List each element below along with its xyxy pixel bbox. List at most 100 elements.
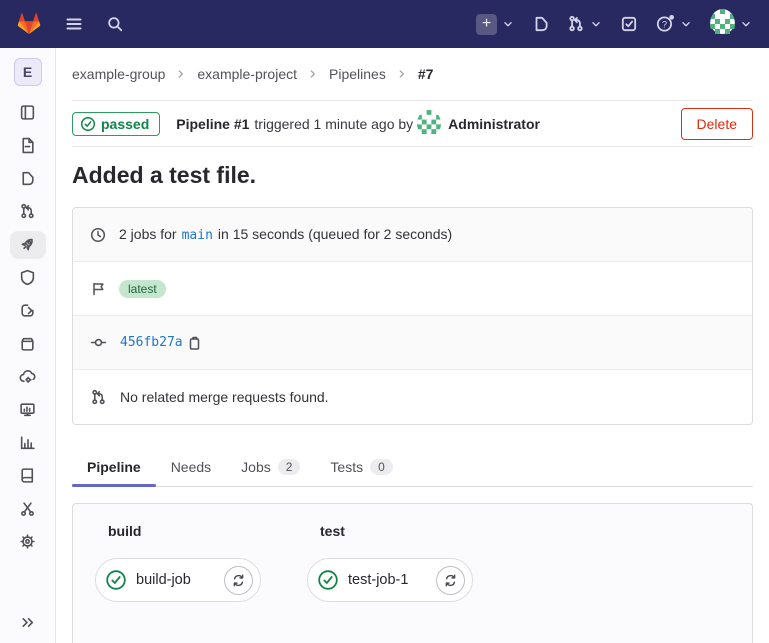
sidebar-item-security[interactable] bbox=[10, 264, 46, 292]
branch-link[interactable]: main bbox=[182, 228, 213, 243]
breadcrumb-pipelines-link[interactable]: Pipelines bbox=[329, 66, 386, 82]
gitlab-logo[interactable] bbox=[16, 11, 42, 37]
delete-button[interactable]: Delete bbox=[681, 108, 753, 140]
tab-label: Needs bbox=[171, 459, 211, 475]
job-name: test-job-1 bbox=[348, 572, 436, 588]
chevron-right-icon bbox=[395, 67, 409, 81]
triggering-user-link[interactable]: Administrator bbox=[417, 110, 540, 137]
hamburger-menu-button[interactable] bbox=[64, 14, 84, 34]
flag-icon bbox=[90, 281, 106, 297]
sidebar-item-issues[interactable] bbox=[10, 165, 46, 193]
chevron-down-icon bbox=[739, 17, 753, 31]
project-sidebar: E bbox=[0, 48, 56, 643]
todos-button[interactable] bbox=[620, 15, 638, 33]
scissors-icon bbox=[19, 500, 36, 517]
pipeline-info-card: 2 jobs for main in 15 seconds (queued fo… bbox=[72, 207, 753, 425]
project-avatar[interactable]: E bbox=[14, 58, 42, 86]
monitor-icon bbox=[19, 401, 36, 418]
jobs-count-text: 2 jobs for bbox=[119, 226, 177, 242]
copy-commit-button[interactable] bbox=[186, 335, 202, 351]
project-icon bbox=[19, 104, 36, 121]
tab-label: Tests bbox=[330, 459, 363, 475]
stage-name: test bbox=[320, 523, 473, 539]
sidebar-item-settings[interactable] bbox=[10, 528, 46, 556]
job-name: build-job bbox=[136, 572, 224, 588]
status-badge-label: passed bbox=[101, 116, 149, 132]
plus-icon: + bbox=[476, 14, 497, 35]
check-circle-icon bbox=[317, 569, 339, 591]
package-icon bbox=[19, 335, 36, 352]
commit-row: 456fb27a bbox=[73, 316, 752, 370]
stage-build: build build-job bbox=[95, 523, 261, 643]
sidebar-item-project-information[interactable] bbox=[10, 99, 46, 127]
sidebar-item-wiki[interactable] bbox=[10, 462, 46, 490]
retry-job-button[interactable] bbox=[224, 566, 253, 595]
sidebar-item-infrastructure[interactable] bbox=[10, 363, 46, 391]
no-merge-requests-text: No related merge requests found. bbox=[120, 389, 329, 405]
tab-jobs[interactable]: Jobs 2 bbox=[226, 448, 315, 486]
tab-count-badge: 2 bbox=[278, 459, 301, 475]
check-circle-icon bbox=[105, 569, 127, 591]
sidebar-item-snippets[interactable] bbox=[10, 495, 46, 523]
sidebar-item-packages[interactable] bbox=[10, 330, 46, 358]
tab-count-badge: 0 bbox=[370, 459, 393, 475]
breadcrumb-project-link[interactable]: example-project bbox=[197, 66, 297, 82]
chevron-right-icon bbox=[174, 67, 188, 81]
triggered-text: triggered 1 minute ago by bbox=[254, 116, 413, 132]
job-pill-build-job[interactable]: build-job bbox=[95, 558, 261, 602]
tab-tests[interactable]: Tests 0 bbox=[315, 448, 407, 486]
sidebar-expand-button[interactable] bbox=[19, 614, 36, 631]
top-navbar: + ? bbox=[0, 0, 769, 48]
issues-button[interactable] bbox=[532, 15, 550, 33]
tab-needs[interactable]: Needs bbox=[156, 448, 226, 486]
pipeline-graph: build build-job test bbox=[72, 503, 753, 643]
sidebar-item-deployments[interactable] bbox=[10, 297, 46, 325]
chevron-down-icon bbox=[589, 17, 603, 31]
stage-test: test test-job-1 bbox=[307, 523, 473, 643]
issues-icon bbox=[19, 170, 36, 187]
tab-label: Pipeline bbox=[87, 459, 141, 475]
pipeline-id-label: Pipeline #1 bbox=[176, 116, 249, 132]
user-avatar bbox=[417, 110, 441, 137]
chevron-right-icon bbox=[306, 67, 320, 81]
tab-pipeline[interactable]: Pipeline bbox=[72, 448, 156, 486]
cloud-gear-icon bbox=[19, 368, 36, 385]
merge-requests-button[interactable] bbox=[567, 15, 603, 33]
pipeline-status-banner: passed Pipeline #1 triggered 1 minute ag… bbox=[72, 100, 753, 147]
chevron-down-icon bbox=[679, 17, 693, 31]
deploy-icon bbox=[19, 302, 36, 319]
merge-request-icon bbox=[90, 389, 107, 406]
help-menu-button[interactable]: ? bbox=[655, 14, 693, 34]
search-button[interactable] bbox=[106, 15, 124, 33]
sidebar-item-monitor[interactable] bbox=[10, 396, 46, 424]
sidebar-item-repository[interactable] bbox=[10, 132, 46, 160]
new-menu-button[interactable]: + bbox=[476, 14, 515, 35]
breadcrumb-group-link[interactable]: example-group bbox=[72, 66, 165, 82]
copy-icon bbox=[186, 335, 202, 351]
document-icon bbox=[19, 137, 36, 154]
jobs-duration-text: in 15 seconds (queued for 2 seconds) bbox=[218, 226, 452, 242]
commit-icon bbox=[90, 334, 107, 351]
search-icon bbox=[106, 15, 124, 33]
retry-job-button[interactable] bbox=[436, 566, 465, 595]
merge-request-icon bbox=[567, 15, 585, 33]
notification-dot bbox=[669, 15, 674, 20]
sidebar-item-analytics[interactable] bbox=[10, 429, 46, 457]
issues-icon bbox=[532, 15, 550, 33]
retry-icon bbox=[443, 573, 458, 588]
jobs-duration-row: 2 jobs for main in 15 seconds (queued fo… bbox=[73, 208, 752, 262]
page-title: Added a test file. bbox=[72, 162, 753, 189]
user-menu-button[interactable] bbox=[710, 9, 753, 39]
main-content: example-group example-project Pipelines … bbox=[56, 48, 769, 643]
shield-icon bbox=[19, 269, 36, 286]
help-question-icon: ? bbox=[655, 14, 675, 34]
job-pill-test-job-1[interactable]: test-job-1 bbox=[307, 558, 473, 602]
stage-name: build bbox=[108, 523, 261, 539]
svg-text:?: ? bbox=[662, 19, 667, 30]
commit-sha-link[interactable]: 456fb27a bbox=[120, 335, 183, 350]
sidebar-item-cicd[interactable] bbox=[10, 231, 46, 259]
tab-label: Jobs bbox=[241, 459, 271, 475]
gitlab-tanuki-icon bbox=[16, 11, 42, 37]
user-avatar bbox=[710, 9, 735, 39]
sidebar-item-merge-requests[interactable] bbox=[10, 198, 46, 226]
